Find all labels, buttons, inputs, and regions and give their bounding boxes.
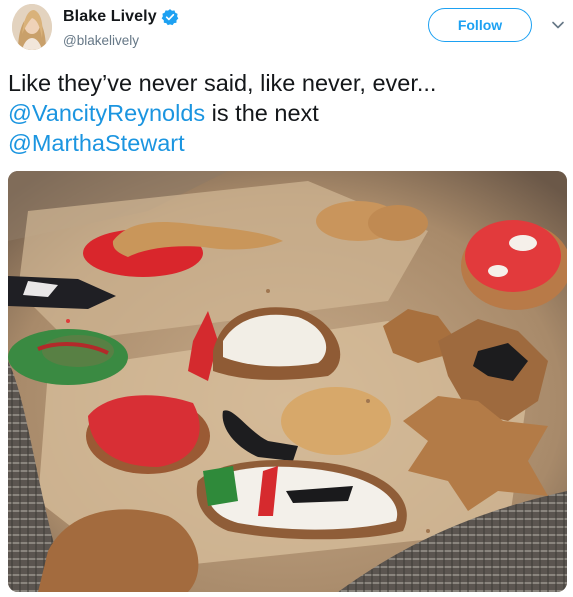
cookies-photo	[8, 171, 567, 592]
user-identity: Blake Lively @blakelively	[63, 6, 179, 48]
user-handle[interactable]: @blakelively	[63, 33, 179, 48]
mention-link-marthastewart[interactable]: @MarthaStewart	[8, 130, 185, 156]
chevron-down-icon[interactable]	[549, 16, 567, 34]
tweet-text-line1: Like they’ve never said, like never, eve…	[8, 70, 437, 96]
follow-button[interactable]: Follow	[428, 8, 532, 42]
verified-badge-icon	[161, 8, 179, 26]
tweet-text-middle: is the next	[205, 100, 319, 126]
tweet-photo[interactable]	[8, 171, 567, 592]
tweet-header: Blake Lively @blakelively Follow	[0, 0, 573, 60]
display-name[interactable]: Blake Lively	[63, 8, 157, 26]
avatar[interactable]	[12, 4, 52, 50]
tweet-text: Like they’ve never said, like never, eve…	[8, 68, 563, 158]
tweet-card: Blake Lively @blakelively Follow Like th…	[0, 0, 573, 597]
profile-photo-icon	[12, 4, 52, 50]
mention-link-vancityreynolds[interactable]: @VancityReynolds	[8, 100, 205, 126]
